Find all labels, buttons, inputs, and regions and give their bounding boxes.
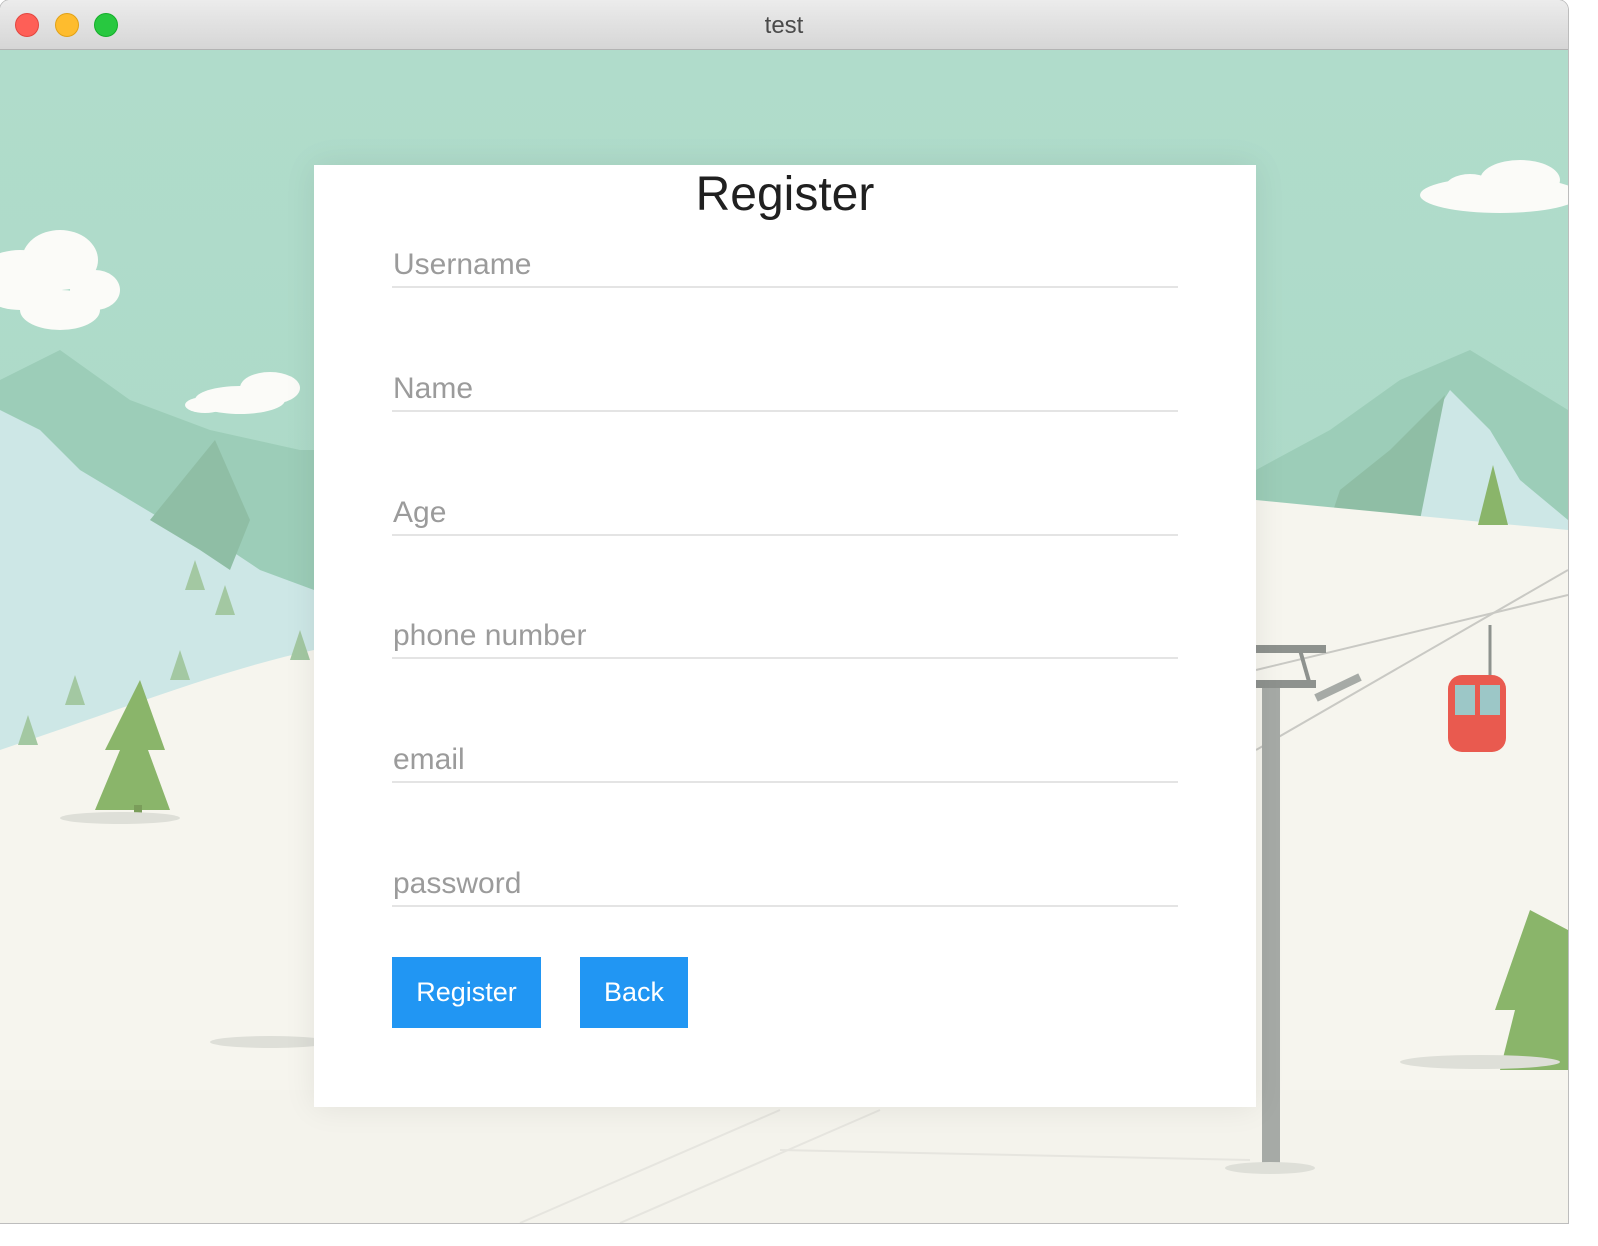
password-input[interactable] bbox=[392, 863, 1178, 907]
slope-shadow-left bbox=[210, 1036, 330, 1048]
username-input[interactable] bbox=[392, 244, 1178, 288]
app-window: test Register Username Name Age phone nu… bbox=[0, 0, 1568, 1223]
app-content: Register Register Back bbox=[0, 50, 1568, 1223]
tree-shadow-right bbox=[1400, 1055, 1560, 1069]
register-title: Register bbox=[695, 168, 875, 221]
register-button[interactable]: Register bbox=[392, 957, 541, 1028]
title-bar[interactable]: test bbox=[0, 0, 1568, 50]
register-card: Register Register Back bbox=[314, 165, 1256, 1107]
window-title: test bbox=[764, 12, 804, 39]
email-input[interactable] bbox=[392, 739, 1178, 783]
age-input[interactable] bbox=[392, 492, 1178, 536]
tree-shadow-left bbox=[60, 812, 180, 824]
snow-bottom bbox=[0, 1090, 1568, 1223]
back-button[interactable]: Back bbox=[580, 957, 688, 1028]
name-input[interactable] bbox=[392, 368, 1178, 412]
phone-number-input[interactable] bbox=[392, 615, 1178, 659]
